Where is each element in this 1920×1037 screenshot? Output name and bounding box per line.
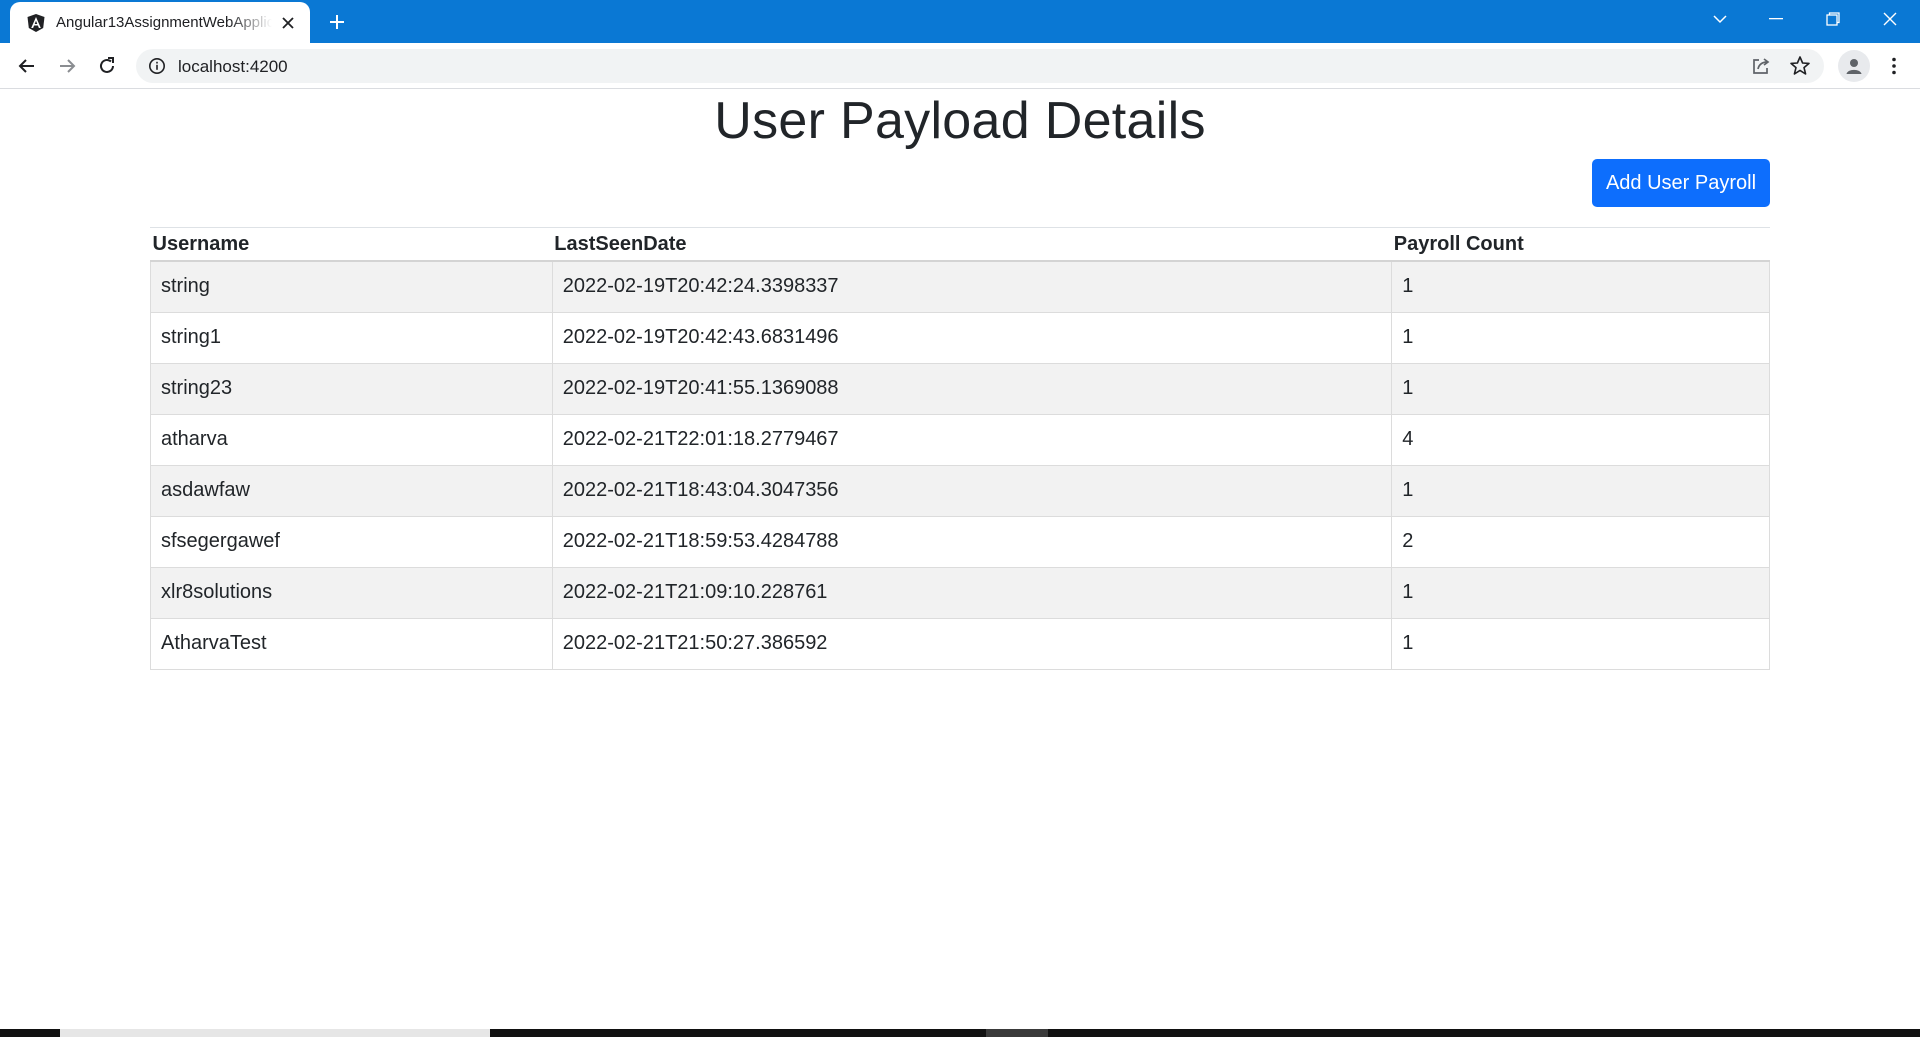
star-icon[interactable]: [1789, 55, 1811, 77]
cell-username: AtharvaTest: [150, 617, 553, 670]
table-row[interactable]: string23 2022-02-19T20:41:55.1369088 1: [150, 362, 1770, 415]
table-row[interactable]: string1 2022-02-19T20:42:43.6831496 1: [150, 311, 1770, 364]
cell-payroll-count: 1: [1391, 566, 1770, 619]
cell-lastseendate: 2022-02-19T20:42:43.6831496: [551, 311, 1393, 364]
cell-payroll-count: 4: [1391, 413, 1770, 466]
cell-lastseendate: 2022-02-21T18:59:53.4284788: [551, 515, 1393, 568]
cell-payroll-count: 1: [1391, 362, 1770, 415]
table-row[interactable]: string 2022-02-19T20:42:24.3398337 1: [150, 260, 1770, 313]
os-taskbar: [0, 1029, 1920, 1037]
profile-icon[interactable]: [1838, 50, 1870, 82]
column-header-username[interactable]: Username: [150, 228, 553, 262]
column-header-lastseendate[interactable]: LastSeenDate: [552, 228, 1392, 262]
table-header-row: Username LastSeenDate Payroll Count: [150, 228, 1770, 262]
restore-icon[interactable]: [1805, 0, 1861, 38]
page-content: User Payload Details Add User Payroll Us…: [0, 89, 1920, 1029]
cell-username: string23: [150, 362, 553, 415]
table-row[interactable]: xlr8solutions 2022-02-21T21:09:10.228761…: [150, 566, 1770, 619]
user-payload-table: Username LastSeenDate Payroll Count stri…: [150, 227, 1770, 670]
share-icon[interactable]: [1750, 55, 1772, 77]
cell-lastseendate: 2022-02-21T18:43:04.3047356: [551, 464, 1393, 517]
angular-icon: [27, 13, 45, 32]
cell-lastseendate: 2022-02-19T20:41:55.1369088: [551, 362, 1393, 415]
cell-payroll-count: 2: [1391, 515, 1770, 568]
tab-search-icon[interactable]: [1692, 0, 1748, 38]
forward-arrow-icon[interactable]: [51, 50, 83, 82]
cell-payroll-count: 1: [1391, 311, 1770, 364]
cell-username: string: [150, 260, 553, 313]
tab-title: Angular13AssignmentWebApplication: [56, 14, 272, 31]
cell-payroll-count: 1: [1391, 260, 1770, 313]
kebab-menu-icon[interactable]: [1880, 50, 1908, 82]
url-text: localhost:4200: [178, 57, 288, 76]
minimize-icon[interactable]: [1748, 0, 1804, 38]
add-user-payroll-button[interactable]: Add User Payroll: [1592, 159, 1770, 207]
page-title: User Payload Details: [714, 92, 1206, 150]
address-bar[interactable]: localhost:4200: [136, 49, 1824, 83]
table-row[interactable]: AtharvaTest 2022-02-21T21:50:27.386592 1: [150, 617, 1770, 670]
plus-icon[interactable]: [323, 8, 351, 36]
taskbar-item[interactable]: [60, 1029, 490, 1037]
table-row[interactable]: atharva 2022-02-21T22:01:18.2779467 4: [150, 413, 1770, 466]
cell-username: sfsegergawef: [150, 515, 553, 568]
cell-username: string1: [150, 311, 553, 364]
reload-icon[interactable]: [91, 50, 123, 82]
table-row[interactable]: sfsegergawef 2022-02-21T18:59:53.4284788…: [150, 515, 1770, 568]
cell-lastseendate: 2022-02-21T22:01:18.2779467: [551, 413, 1393, 466]
cell-username: xlr8solutions: [150, 566, 553, 619]
cell-payroll-count: 1: [1391, 617, 1770, 670]
browser-tab-strip: Angular13AssignmentWebApplication: [0, 0, 1920, 43]
cell-payroll-count: 1: [1391, 464, 1770, 517]
browser-toolbar: localhost:4200: [0, 43, 1920, 89]
back-arrow-icon[interactable]: [11, 50, 43, 82]
taskbar-item[interactable]: [986, 1029, 1048, 1037]
cell-username: atharva: [150, 413, 553, 466]
cell-username: asdawfaw: [150, 464, 553, 517]
browser-tab[interactable]: Angular13AssignmentWebApplication: [10, 2, 310, 43]
window-close-icon[interactable]: [1862, 0, 1918, 38]
info-icon[interactable]: [148, 57, 166, 75]
cell-lastseendate: 2022-02-21T21:09:10.228761: [551, 566, 1393, 619]
cell-lastseendate: 2022-02-21T21:50:27.386592: [551, 617, 1393, 670]
cell-lastseendate: 2022-02-19T20:42:24.3398337: [551, 260, 1393, 313]
column-header-payroll-count[interactable]: Payroll Count: [1391, 228, 1770, 262]
table-row[interactable]: asdawfaw 2022-02-21T18:43:04.3047356 1: [150, 464, 1770, 517]
close-icon[interactable]: [278, 13, 298, 33]
